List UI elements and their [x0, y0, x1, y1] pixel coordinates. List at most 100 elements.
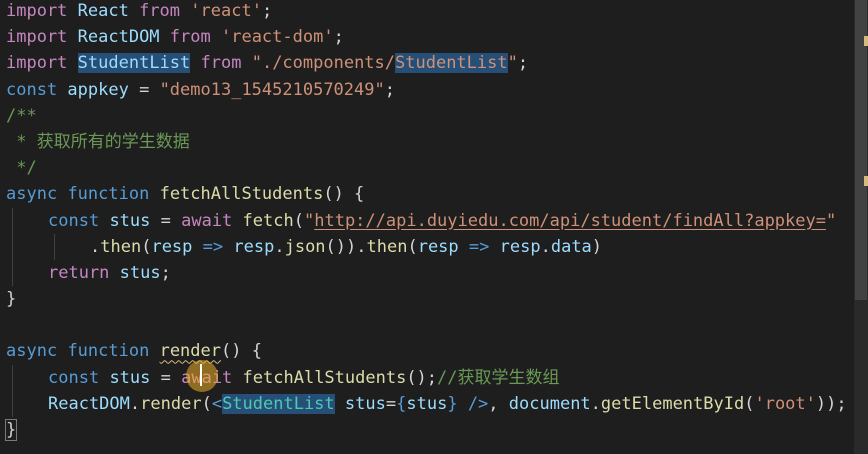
- code-token: render: [159, 341, 221, 362]
- code-token: const: [48, 210, 100, 231]
- code-token: .: [90, 236, 101, 257]
- code-token: =: [139, 79, 160, 100]
- code-token: ;: [261, 1, 273, 21]
- code-token: async: [6, 184, 58, 205]
- code-token: getElementById: [600, 393, 745, 414]
- code-token: stus: [119, 262, 161, 283]
- code-token: StudentList: [222, 393, 335, 414]
- code-area[interactable]: import React from 'react'; import ReactDO…: [4, 0, 854, 443]
- code-token: =>: [468, 236, 490, 257]
- code-line[interactable]: */: [6, 155, 854, 181]
- code-token: import: [6, 53, 68, 74]
- code-line[interactable]: return stus;: [6, 259, 854, 287]
- code-token: React: [67, 1, 140, 21]
- code-token: ;: [384, 79, 395, 100]
- code-token: ": [303, 210, 315, 231]
- code-token: ;: [517, 53, 529, 74]
- code-token: then: [100, 236, 142, 257]
- code-token: =: [150, 210, 182, 231]
- code-token: from: [169, 27, 211, 48]
- code-token: StudentList: [77, 53, 191, 74]
- code-token: ": [507, 53, 518, 74]
- code-token: 'react': [190, 1, 262, 21]
- code-token: stus: [109, 210, 151, 231]
- code-line[interactable]: async function fetchAllStudents() {: [6, 181, 854, 207]
- code-token: then: [366, 236, 408, 257]
- code-token: ));: [815, 393, 847, 414]
- scrollbar-marker: [864, 36, 868, 46]
- code-line[interactable]: .then(resp => resp.json()).then(resp => …: [6, 233, 854, 261]
- code-token: function: [67, 341, 150, 362]
- code-token: */: [6, 158, 37, 179]
- code-token: (: [293, 210, 304, 231]
- code-token: }: [447, 393, 458, 414]
- indent-guide: [6, 259, 48, 287]
- code-token: resp: [151, 236, 193, 257]
- code-line[interactable]: async function render() {: [6, 338, 854, 364]
- code-token: ()).: [325, 236, 367, 257]
- code-token: json: [284, 236, 326, 257]
- code-line[interactable]: const stus = await fetchAllStudents();//…: [6, 364, 854, 392]
- code-line[interactable]: }: [4, 417, 854, 443]
- code-token: (: [744, 393, 755, 414]
- code-token: (: [141, 236, 152, 257]
- code-token: import: [6, 1, 68, 21]
- code-token: //获取学生数组: [437, 367, 560, 388]
- code-token: =: [150, 367, 182, 388]
- code-line[interactable]: import ReactDOM from 'react-dom';: [6, 24, 854, 50]
- code-token: {: [396, 393, 407, 414]
- code-token: appkey: [57, 79, 140, 100]
- code-token: data: [550, 236, 592, 257]
- code-token: import: [6, 27, 68, 48]
- code-token: from: [139, 1, 181, 21]
- code-token: render: [140, 393, 202, 414]
- code-token: 'react-dom': [220, 27, 334, 48]
- code-token: ): [591, 236, 603, 257]
- code-line[interactable]: ReactDOM.render(<StudentList stus={stus}…: [6, 390, 854, 418]
- code-line[interactable]: * 获取所有的学生数据: [6, 129, 854, 155]
- code-token: }: [6, 289, 17, 310]
- mouse-cursor-highlight: [186, 360, 218, 392]
- code-token: ReactDOM: [67, 27, 170, 48]
- code-token: .: [590, 393, 601, 414]
- code-token: resp: [233, 236, 275, 257]
- code-line[interactable]: }: [6, 286, 854, 312]
- code-line[interactable]: const appkey = "demo13_1545210570249";: [6, 77, 854, 103]
- code-token: .: [274, 236, 285, 257]
- code-line[interactable]: /**: [6, 103, 854, 129]
- code-line[interactable]: import StudentList from "./components/St…: [6, 50, 854, 76]
- indent-guide: [6, 233, 48, 261]
- code-token: resp: [417, 236, 459, 257]
- code-token: />: [467, 393, 489, 414]
- text-cursor: [200, 364, 202, 386]
- code-token: <: [211, 393, 223, 414]
- vertical-scrollbar[interactable]: [854, 0, 868, 454]
- code-token: .: [540, 236, 551, 257]
- code-token: stus: [406, 393, 448, 414]
- code-editor[interactable]: import React from 'react'; import ReactDO…: [0, 0, 868, 454]
- code-line[interactable]: import React from 'react';: [6, 0, 854, 24]
- code-line[interactable]: [6, 312, 854, 338]
- code-token: /**: [6, 105, 37, 126]
- code-token: resp: [499, 236, 541, 257]
- code-token: =: [385, 393, 397, 414]
- code-token: ;: [333, 27, 344, 48]
- code-token: () {: [221, 341, 262, 362]
- code-line[interactable]: const stus = await fetch("http://api.duy…: [6, 207, 854, 234]
- code-token: * 获取所有的学生数据: [6, 131, 190, 152]
- code-token: fetch: [242, 210, 294, 231]
- code-token: () {: [323, 184, 365, 205]
